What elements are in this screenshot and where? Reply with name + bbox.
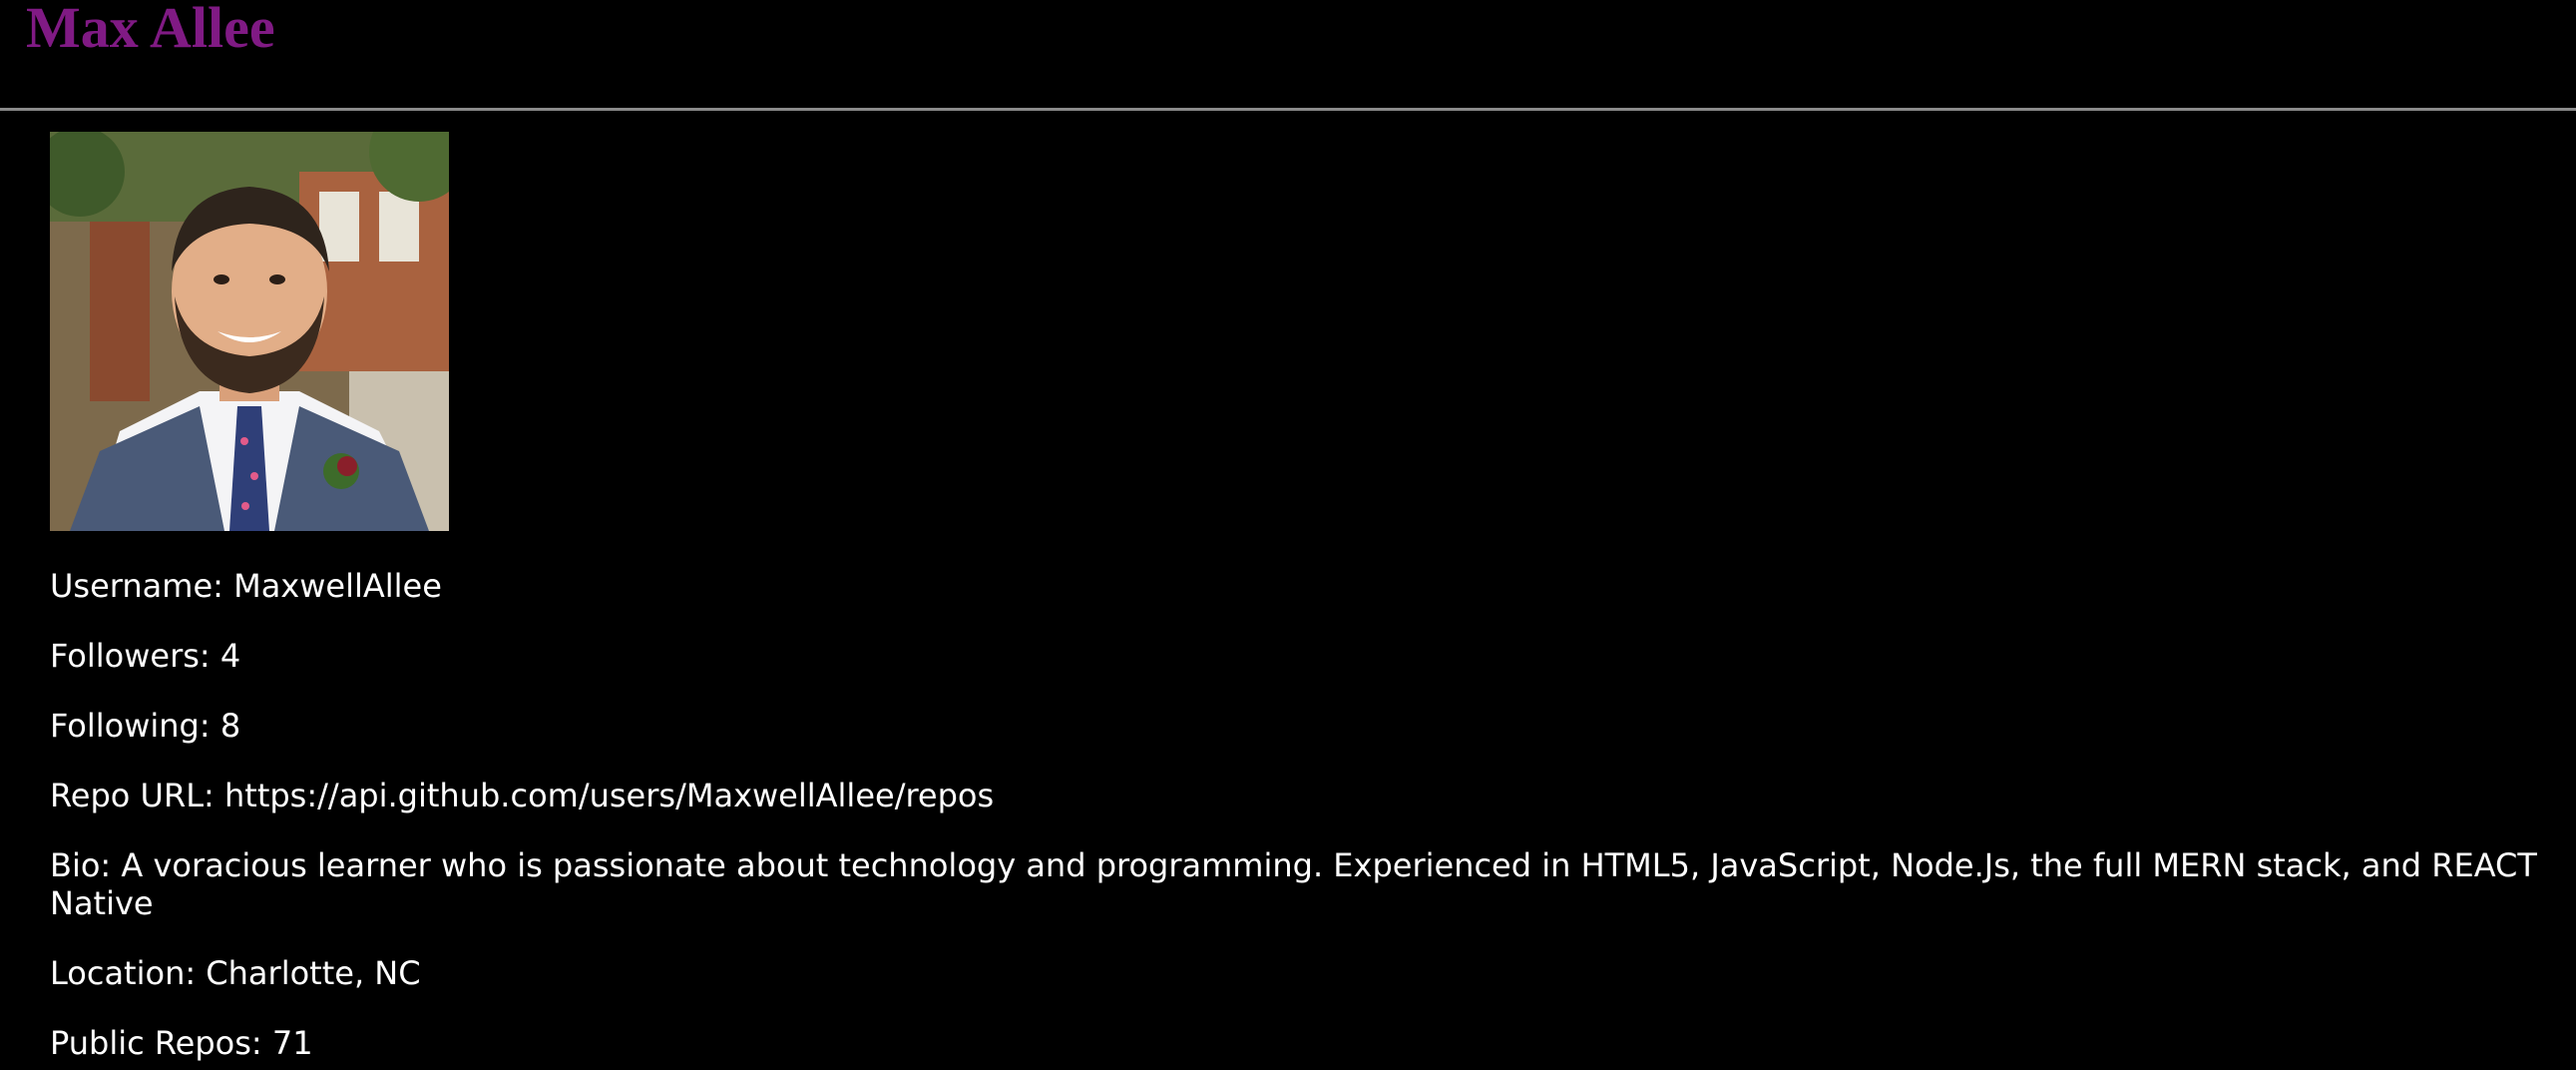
location-text: Location: Charlotte, NC (50, 954, 421, 992)
repo-url-text: Repo URL: https://api.github.com/users/M… (50, 777, 995, 814)
following-text: Following: 8 (50, 707, 241, 745)
avatar (50, 132, 449, 531)
page-title: Max Allee (26, 0, 275, 60)
bio-text: Bio: A voracious learner who is passiona… (50, 846, 2537, 922)
profile-info: Username: MaxwellAllee Followers: 4 Foll… (50, 567, 2576, 1070)
followers-text: Followers: 4 (50, 637, 241, 675)
username-text: Username: MaxwellAllee (50, 567, 442, 605)
public-repos-text: Public Repos: 71 (50, 1024, 313, 1062)
header-divider (0, 108, 2576, 111)
